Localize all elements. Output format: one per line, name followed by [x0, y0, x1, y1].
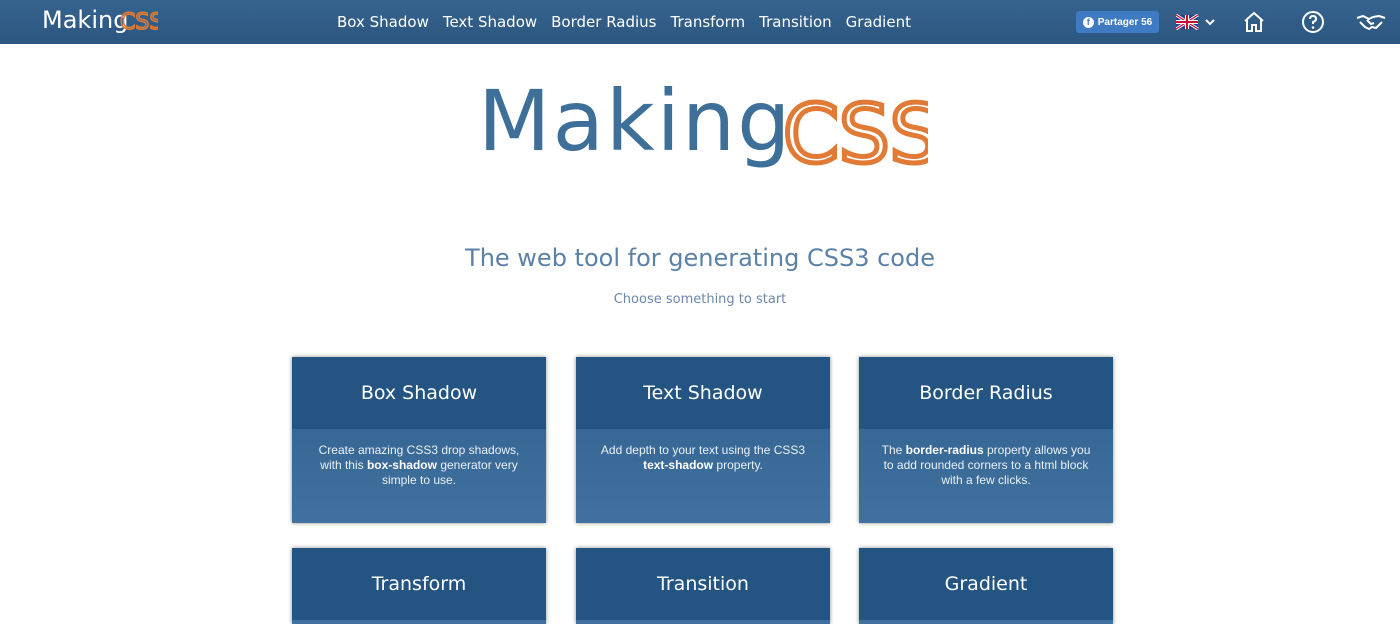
subtitle: Choose something to start	[613, 292, 787, 307]
handshake-icon[interactable]	[1356, 10, 1386, 34]
card-border-radius[interactable]: Border Radius The border-radius property…	[859, 357, 1113, 523]
card-title: Transition	[657, 573, 749, 595]
question-circle-icon[interactable]	[1301, 10, 1325, 34]
card-transform[interactable]: Transform	[292, 548, 546, 624]
top-navbar: Making CSS Box Shadow Text Shadow Border…	[0, 0, 1400, 44]
nav-border-radius[interactable]: Border Radius	[551, 13, 656, 31]
card-gradient[interactable]: Gradient	[859, 548, 1113, 624]
card-transition[interactable]: Transition	[576, 548, 830, 624]
card-box-shadow[interactable]: Box Shadow Create amazing CSS3 drop shad…	[292, 357, 546, 523]
hero-logo: Making CSS	[478, 72, 928, 184]
chevron-down-icon	[1205, 19, 1215, 26]
card-description: Create amazing CSS3 drop shadows, with t…	[318, 443, 520, 487]
card-wave	[859, 598, 1113, 618]
card-title: Border Radius	[919, 382, 1053, 404]
card-wave	[292, 598, 546, 618]
nav-gradient[interactable]: Gradient	[846, 13, 911, 31]
logo-making-text: Making	[42, 6, 128, 34]
card-wave	[576, 598, 830, 618]
site-logo[interactable]: Making CSS	[42, 2, 158, 42]
card-wave	[576, 407, 830, 427]
home-icon[interactable]	[1242, 10, 1266, 34]
card-wave	[292, 407, 546, 427]
card-title: Transform	[371, 573, 467, 595]
main-nav: Box Shadow Text Shadow Border Radius Tra…	[330, 0, 918, 44]
card-title: Gradient	[944, 573, 1028, 595]
card-wave	[859, 407, 1113, 427]
uk-flag-icon	[1176, 14, 1199, 30]
nav-text-shadow[interactable]: Text Shadow	[443, 13, 537, 31]
facebook-share-button[interactable]: f Partager 56	[1076, 11, 1159, 33]
card-description: The border-radius property allows you to…	[881, 443, 1091, 487]
tagline: The web tool for generating CSS3 code	[465, 244, 935, 272]
card-description: Add depth to your text using the CSS3 te…	[600, 443, 806, 472]
nav-box-shadow[interactable]: Box Shadow	[337, 13, 429, 31]
nav-transition[interactable]: Transition	[759, 13, 832, 31]
card-title: Text Shadow	[643, 382, 763, 404]
card-text-shadow[interactable]: Text Shadow Add depth to your text using…	[576, 357, 830, 523]
hero-logo-making: Making	[478, 72, 793, 170]
nav-transform[interactable]: Transform	[671, 13, 746, 31]
hero-logo-css: CSS	[783, 88, 928, 181]
facebook-icon: f	[1082, 16, 1094, 28]
language-selector[interactable]	[1176, 14, 1220, 30]
share-label: Partager 56	[1097, 16, 1153, 28]
card-title: Box Shadow	[360, 382, 478, 404]
logo-css-text: CSS	[120, 10, 158, 35]
